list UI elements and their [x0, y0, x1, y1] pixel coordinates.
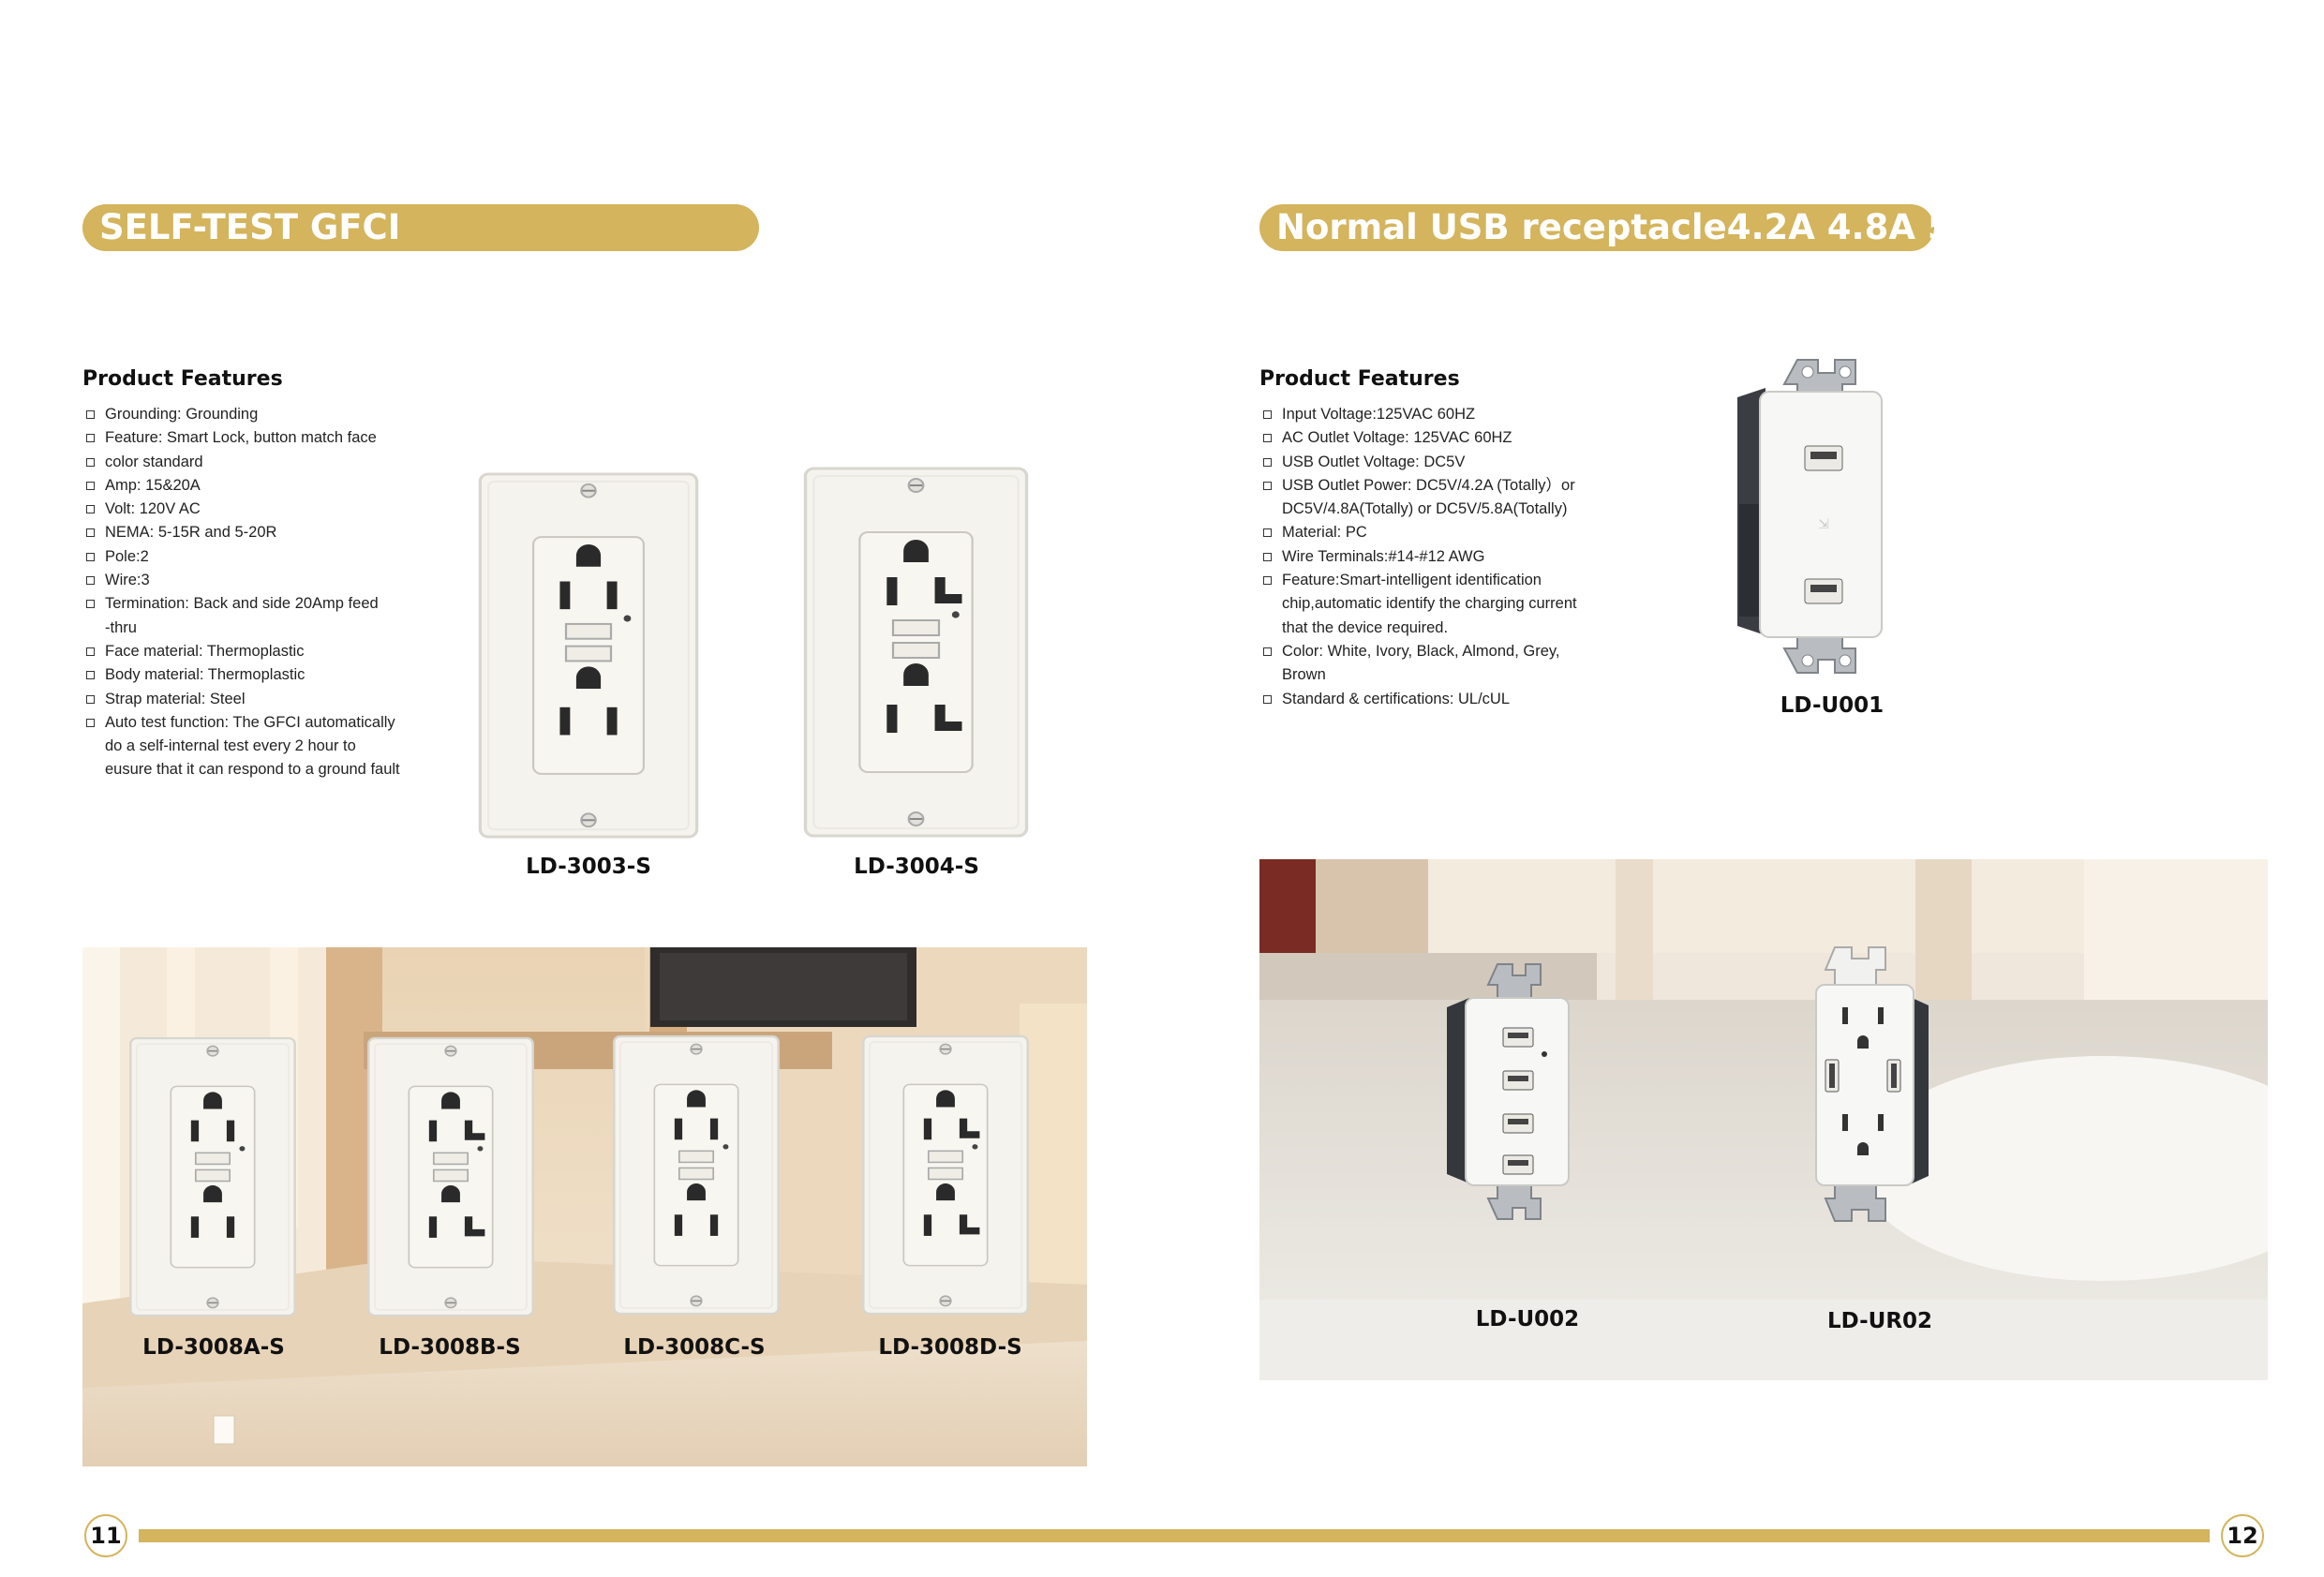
page-number-right: 12 — [2221, 1514, 2264, 1557]
gfci-outlet-image — [476, 470, 701, 841]
feature-item: Face material: Thermoplastic — [82, 640, 406, 663]
product-model-label: LD-3008D-S — [878, 1335, 1022, 1360]
section-banner-usb: Normal USB receptacle4.2A 4.8A 5.8A — [1259, 204, 2016, 251]
feature-item: Feature: Smart Lock, button match face — [82, 426, 406, 450]
product-model-label: LD-3008A-S — [142, 1335, 285, 1360]
footer-divider — [139, 1529, 2210, 1542]
product-model-label: LD-U002 — [1475, 1307, 1580, 1332]
page-number-left: 11 — [84, 1514, 127, 1557]
feature-item: color standard — [82, 451, 406, 474]
feature-item: Volt: 120V AC — [82, 498, 406, 521]
room-background — [1259, 859, 2268, 1380]
features-list-left: Grounding: Grounding Feature: Smart Lock… — [82, 403, 406, 782]
gfci-outlet-image — [127, 1035, 298, 1318]
feature-item: Pole:2 — [82, 545, 406, 569]
gfci-outlet-image — [365, 1035, 536, 1318]
product-model-label: LD-U001 — [1780, 693, 1885, 718]
feature-item: Color: White, Ivory, Black, Almond, Grey… — [1259, 640, 1601, 688]
product-model-label: LD-3008C-S — [623, 1335, 766, 1360]
feature-item: Strap material: Steel — [82, 688, 406, 711]
usb-room-scene: LD-U002 LD-UR02 — [1259, 859, 2268, 1380]
gfci-outlet-image — [860, 1034, 1031, 1317]
gfci-room-scene: LD-3008A-S LD-3008B-S LD-3008C-S LD-3008… — [82, 947, 1087, 1466]
feature-item: Input Voltage:125VAC 60HZ — [1259, 403, 1601, 426]
feature-item: Standard & certifications: UL/cUL — [1259, 688, 1601, 711]
usb-receptacle-image: ⇲ — [1732, 354, 1900, 678]
gfci-outlet-image — [611, 1034, 782, 1317]
features-title-left: Product Features — [82, 367, 283, 391]
features-title-right: Product Features — [1259, 367, 1460, 391]
svg-text:⇲: ⇲ — [1818, 516, 1829, 531]
feature-item: USB Outlet Voltage: DC5V — [1259, 451, 1601, 474]
feature-item: Wire Terminals:#14-#12 AWG — [1259, 545, 1601, 569]
feature-item: Grounding: Grounding — [82, 403, 406, 426]
product-model-label: LD-3008B-S — [379, 1335, 521, 1360]
feature-item: Termination: Back and side 20Amp feed -t… — [82, 592, 386, 640]
feature-item: Feature:Smart-intelligent identification… — [1259, 569, 1601, 640]
feature-item: USB Outlet Power: DC5V/4.2A (Totally）or … — [1259, 474, 1601, 522]
usb-duplex-receptacle-image — [1797, 944, 1938, 1225]
section-banner-gfci: SELF-TEST GFCI — [82, 204, 759, 251]
feature-item: Body material: Thermoplastic — [82, 663, 406, 687]
feature-item: Wire:3 — [82, 569, 406, 592]
product-model-label: LD-UR02 — [1826, 1309, 1933, 1333]
gfci-outlet-image — [801, 465, 1031, 840]
feature-item: Auto test function: The GFCI automatical… — [82, 711, 406, 782]
product-model-label: LD-3003-S — [526, 855, 651, 879]
feature-item: AC Outlet Voltage: 125VAC 60HZ — [1259, 426, 1601, 450]
product-model-label: LD-3004-S — [854, 855, 979, 879]
features-list-right: Input Voltage:125VAC 60HZ AC Outlet Volt… — [1259, 403, 1601, 711]
usb-4-port-receptacle-image — [1443, 960, 1584, 1223]
feature-item: Amp: 15&20A — [82, 474, 406, 498]
feature-item: Material: PC — [1259, 521, 1601, 544]
feature-item: NEMA: 5-15R and 5-20R — [82, 521, 406, 544]
